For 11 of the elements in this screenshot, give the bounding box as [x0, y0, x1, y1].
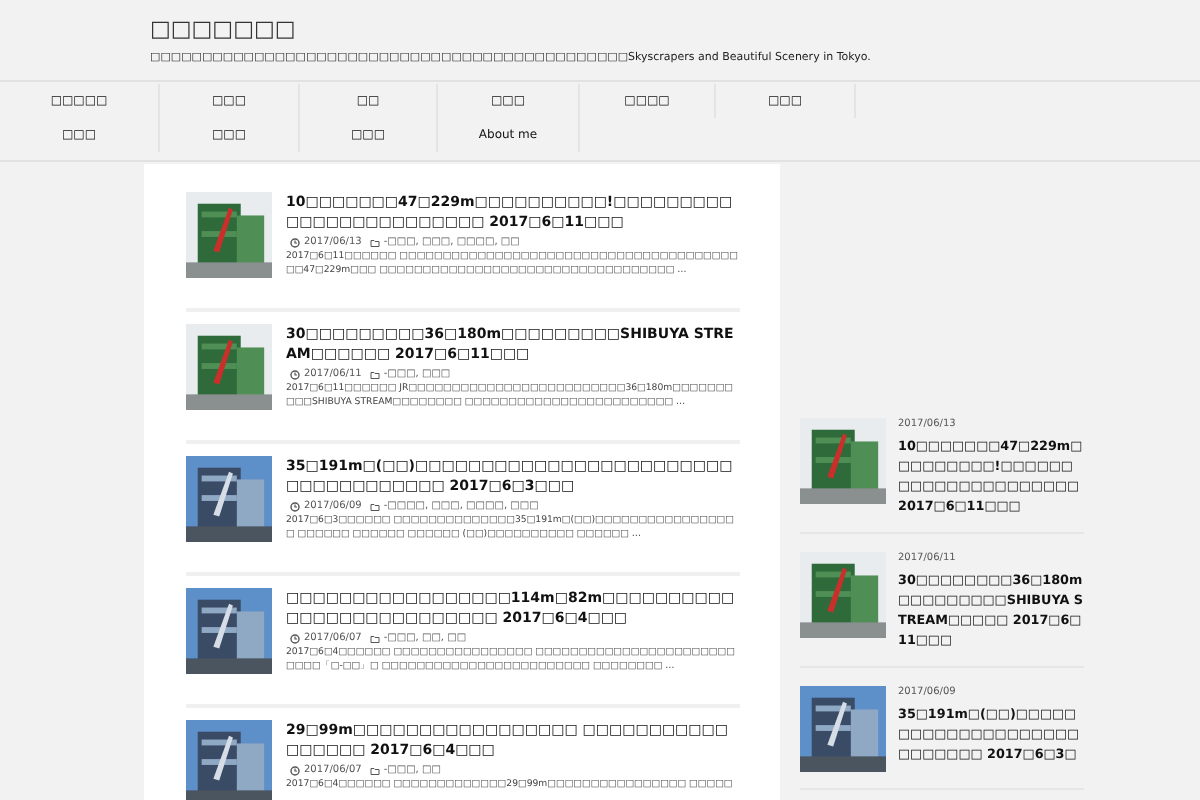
clock-icon	[290, 369, 300, 379]
clock-icon	[290, 501, 300, 511]
clock-icon	[290, 633, 300, 643]
folder-icon	[369, 501, 380, 511]
clock-icon	[290, 765, 300, 775]
folder-icon	[369, 765, 380, 775]
folder-icon	[369, 237, 380, 247]
folder-icon	[369, 633, 380, 643]
clock-icon	[290, 237, 300, 247]
site-title[interactable]: □□□□□□□	[150, 16, 1200, 44]
folder-icon	[369, 369, 380, 379]
